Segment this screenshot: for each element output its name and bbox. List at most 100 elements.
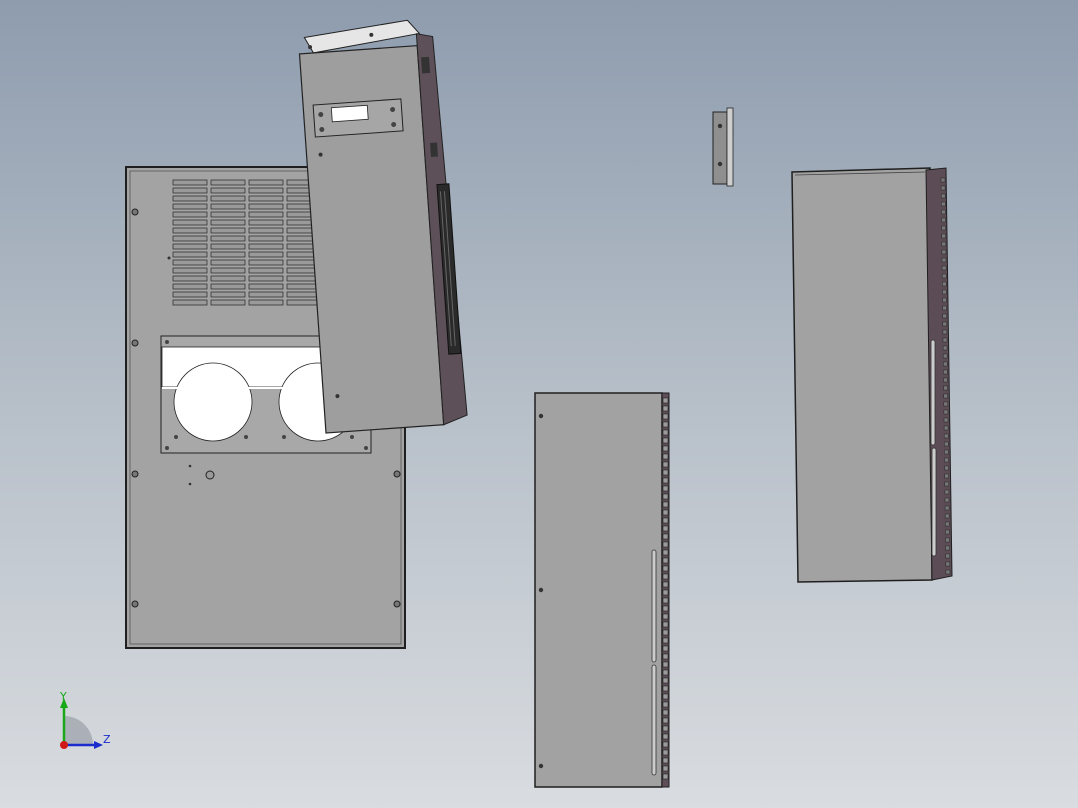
louver-slot <box>210 267 246 274</box>
louver-slot <box>172 251 208 258</box>
vent-slot <box>943 385 948 391</box>
vent-slot <box>943 425 949 431</box>
vent-slot <box>940 185 946 191</box>
louver-slot <box>210 291 246 298</box>
louver-slot <box>172 299 208 306</box>
vent-slot <box>942 329 948 335</box>
cad-viewport[interactable]: Y Z <box>0 0 1078 808</box>
vent-slot <box>662 533 669 540</box>
vent-slot <box>944 505 950 511</box>
louver-slot <box>248 283 284 290</box>
vent-slot <box>662 581 669 588</box>
louver-slot <box>210 299 246 306</box>
y-axis-label: Y <box>59 690 67 703</box>
louver-slot <box>248 179 284 186</box>
louver-slot <box>172 227 208 234</box>
louver-slot <box>210 203 246 210</box>
vent-slot <box>944 449 949 455</box>
vent-slot <box>943 393 948 399</box>
tilted-top-unit[interactable] <box>298 18 468 434</box>
louver-slot <box>172 179 208 186</box>
vent-slot <box>945 545 950 551</box>
vent-slot <box>944 489 950 495</box>
handle-bracket <box>312 98 404 138</box>
vent-slot <box>662 413 669 420</box>
vent-slot <box>945 537 950 543</box>
vent-slot <box>662 405 669 412</box>
vent-slot <box>662 397 669 404</box>
vent-slot <box>944 481 950 487</box>
vent-slot <box>941 233 946 239</box>
louver-slot <box>210 211 246 218</box>
vent-slot <box>944 441 949 447</box>
z-axis-label: Z <box>103 733 111 746</box>
vent-slot <box>942 297 947 303</box>
vent-slot <box>941 201 946 207</box>
louver-slot <box>210 275 246 282</box>
vent-slot <box>662 461 669 468</box>
louver-slot <box>286 299 322 306</box>
vent-slot <box>941 265 947 271</box>
louver-slot <box>210 251 246 258</box>
vent-slot <box>662 605 669 612</box>
vent-slot <box>662 661 669 668</box>
louver-slot <box>172 211 208 218</box>
vent-slot <box>942 337 948 343</box>
vent-slot <box>942 345 948 351</box>
vent-slot <box>945 553 950 559</box>
vent-slot <box>662 597 669 604</box>
louver-slot <box>248 259 284 266</box>
vent-slot <box>662 453 669 460</box>
louver-slot <box>248 203 284 210</box>
louver-slot <box>172 203 208 210</box>
louver-slot <box>210 227 246 234</box>
louver-slot <box>248 219 284 226</box>
vent-slot <box>662 485 669 492</box>
vent-slot <box>662 565 669 572</box>
louver-slot <box>172 235 208 242</box>
vent-slot <box>941 249 947 255</box>
vent-slot <box>662 669 669 676</box>
louver-slot <box>210 195 246 202</box>
vent-slot <box>662 749 669 756</box>
vent-slot <box>943 417 949 423</box>
center-side-panel[interactable] <box>534 392 670 788</box>
louver-slot <box>210 283 246 290</box>
vent-slot <box>941 257 947 263</box>
vent-slot <box>940 193 946 199</box>
small-bracket[interactable] <box>712 107 734 187</box>
right-side-panel[interactable] <box>791 167 953 583</box>
vent-slot <box>662 445 669 452</box>
vent-slot <box>662 573 669 580</box>
vent-slot <box>662 629 669 636</box>
vent-slot <box>662 773 669 780</box>
vent-slot <box>662 765 669 772</box>
louver-slot <box>172 187 208 194</box>
coordinate-triad: Y Z <box>59 690 111 749</box>
vent-slot <box>662 493 669 500</box>
vent-slot <box>942 289 947 295</box>
vent-slot <box>662 437 669 444</box>
louver-slot <box>172 195 208 202</box>
louver-slot <box>172 259 208 266</box>
vent-slot <box>943 369 948 375</box>
vent-slot <box>662 701 669 708</box>
vent-slot <box>941 217 946 223</box>
fan-cutout-left <box>173 362 253 442</box>
louver-slot <box>248 211 284 218</box>
louver-slot <box>248 267 284 274</box>
vent-slot <box>945 521 950 527</box>
louver-slot <box>248 187 284 194</box>
vent-slot <box>942 281 947 287</box>
vent-slot <box>662 693 669 700</box>
vent-slot <box>662 757 669 764</box>
vent-slot <box>662 469 669 476</box>
vent-slot <box>943 401 949 407</box>
louver-slot <box>248 227 284 234</box>
vent-slot <box>943 433 949 439</box>
vent-slot <box>662 717 669 724</box>
vent-slot <box>662 517 669 524</box>
vent-slot <box>945 569 951 575</box>
vent-slot <box>943 361 948 367</box>
vent-slot <box>945 529 950 535</box>
